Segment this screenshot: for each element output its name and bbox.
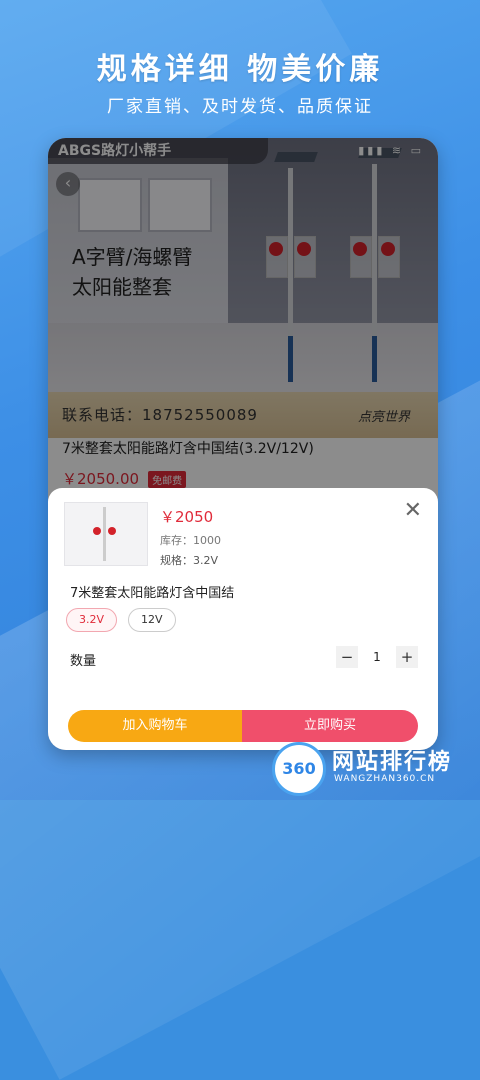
watermark: 360 网站排行榜 WANGZHAN360.CN [272, 742, 472, 796]
selected-spec: 规格：3.2V [160, 554, 219, 567]
chinese-knot-icon [108, 527, 116, 535]
product-thumbnail [64, 502, 148, 566]
plus-button[interactable]: + [396, 646, 418, 668]
sku-selector-sheet: ￥2050 库存：1000 规格：3.2V ✕ 7米整套太阳能路灯含中国结 3.… [48, 488, 438, 750]
stock-count: 库存：1000 [160, 534, 221, 547]
phone-screen: ABGS路灯小帮手 ▮▮▮ ≋ ▭ ‹ A字臂/海螺臂 太阳能整套 联系电话：1… [48, 138, 438, 750]
watermark-name: 网站排行榜 [332, 750, 453, 775]
buy-now-button[interactable]: 立即购买 [242, 710, 418, 742]
quantity-value[interactable]: 1 [358, 646, 396, 668]
add-to-cart-button[interactable]: 加入购物车 [68, 710, 242, 742]
promo-headline: 规格详细 物美价廉 [96, 52, 384, 87]
watermark-logo: 360 [272, 742, 326, 796]
quantity-stepper: − 1 + [336, 646, 418, 668]
thumb-pole [103, 507, 106, 561]
quantity-label: 数量 [70, 654, 97, 669]
chinese-knot-icon [93, 527, 101, 535]
close-icon[interactable]: ✕ [404, 498, 422, 523]
spec-option-12v[interactable]: 12V [128, 608, 176, 632]
minus-button[interactable]: − [336, 646, 358, 668]
sheet-product-name: 7米整套太阳能路灯含中国结 [70, 586, 235, 601]
spec-option-3-2v[interactable]: 3.2V [66, 608, 118, 632]
watermark-url: WANGZHAN360.CN [334, 774, 436, 784]
sheet-price: ￥2050 [160, 508, 214, 526]
promo-subline: 厂家直销、及时发货、品质保证 [107, 97, 373, 117]
